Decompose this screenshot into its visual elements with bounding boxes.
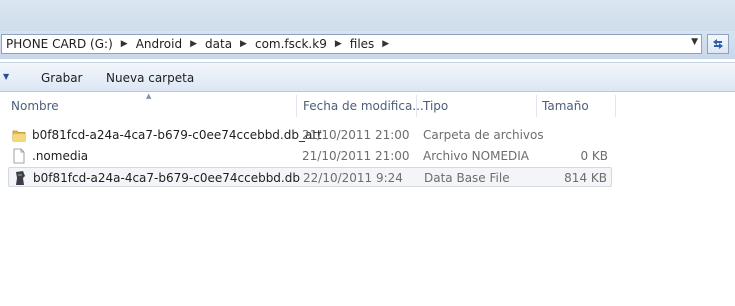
file-type: Carpeta de archivos xyxy=(423,128,544,142)
breadcrumb-label: Android xyxy=(135,37,183,51)
chevron-right-icon[interactable]: ▶ xyxy=(187,39,200,49)
file-row[interactable]: .nomedia 21/10/2011 21:00 Archivo NOMEDI… xyxy=(8,146,612,166)
chevron-right-icon[interactable]: ▶ xyxy=(379,39,392,49)
new-folder-button[interactable]: Nueva carpeta xyxy=(106,71,194,85)
chevron-right-icon[interactable]: ▶ xyxy=(118,39,131,49)
chevron-right-icon[interactable]: ▶ xyxy=(237,39,250,49)
column-header-size[interactable]: Tamaño xyxy=(542,99,589,113)
file-name: b0f81fcd-a24a-4ca7-b679-c0ee74ccebbd.db_… xyxy=(32,128,322,142)
refresh-button[interactable] xyxy=(707,34,729,54)
breadcrumb-label: files xyxy=(349,37,375,51)
column-headers: ▲ Nombre Fecha de modifica... Tipo Tamañ… xyxy=(0,92,735,119)
breadcrumb-phone-card[interactable]: PHONE CARD (G:) ▶ xyxy=(2,37,131,51)
file-type: Archivo NOMEDIA xyxy=(423,149,530,163)
file-date: 21/10/2011 21:00 xyxy=(302,128,410,142)
chevron-down-icon[interactable]: ▼ xyxy=(691,37,698,47)
burn-button[interactable]: Grabar xyxy=(41,71,83,85)
breadcrumb-files[interactable]: files ▶ xyxy=(345,37,392,51)
column-divider[interactable] xyxy=(416,95,417,117)
column-divider[interactable] xyxy=(536,95,537,117)
column-divider[interactable] xyxy=(615,95,616,117)
column-divider[interactable] xyxy=(296,95,297,117)
command-bar: ▼ Grabar Nueva carpeta xyxy=(0,62,735,92)
chevron-down-icon[interactable]: ▼ xyxy=(3,72,9,81)
file-row-selected[interactable]: b0f81fcd-a24a-4ca7-b679-c0ee74ccebbd.db … xyxy=(8,167,612,187)
breadcrumb-android[interactable]: Android ▶ xyxy=(131,37,200,51)
address-bar[interactable]: PHONE CARD (G:) ▶ Android ▶ data ▶ com.f… xyxy=(1,34,702,54)
file-name: .nomedia xyxy=(32,149,89,163)
chevron-right-icon[interactable]: ▶ xyxy=(332,39,345,49)
breadcrumb-label: com.fsck.k9 xyxy=(254,37,327,51)
breadcrumb-data[interactable]: data ▶ xyxy=(200,37,250,51)
file-name: b0f81fcd-a24a-4ca7-b679-c0ee74ccebbd.db xyxy=(33,171,300,185)
file-row[interactable]: b0f81fcd-a24a-4ca7-b679-c0ee74ccebbd.db_… xyxy=(8,125,612,145)
sort-ascending-icon: ▲ xyxy=(146,92,152,100)
file-size: 814 KB xyxy=(564,171,607,185)
file-date: 21/10/2011 21:00 xyxy=(302,149,410,163)
breadcrumb-label: PHONE CARD (G:) xyxy=(6,37,113,51)
folder-icon xyxy=(12,130,26,142)
file-size: 0 KB xyxy=(580,149,608,163)
refresh-arrows-icon xyxy=(713,39,723,49)
column-header-name[interactable]: Nombre xyxy=(11,99,59,113)
breadcrumb-com-fsck-k9[interactable]: com.fsck.k9 ▶ xyxy=(250,37,345,51)
column-header-type[interactable]: Tipo xyxy=(423,99,448,113)
breadcrumb-label: data xyxy=(205,37,233,51)
blank-file-icon xyxy=(13,148,25,164)
column-header-date[interactable]: Fecha de modifica... xyxy=(303,99,424,113)
window-top-band xyxy=(0,0,735,31)
file-type: Data Base File xyxy=(424,171,510,185)
database-file-icon xyxy=(16,171,25,185)
file-date: 22/10/2011 9:24 xyxy=(303,171,403,185)
